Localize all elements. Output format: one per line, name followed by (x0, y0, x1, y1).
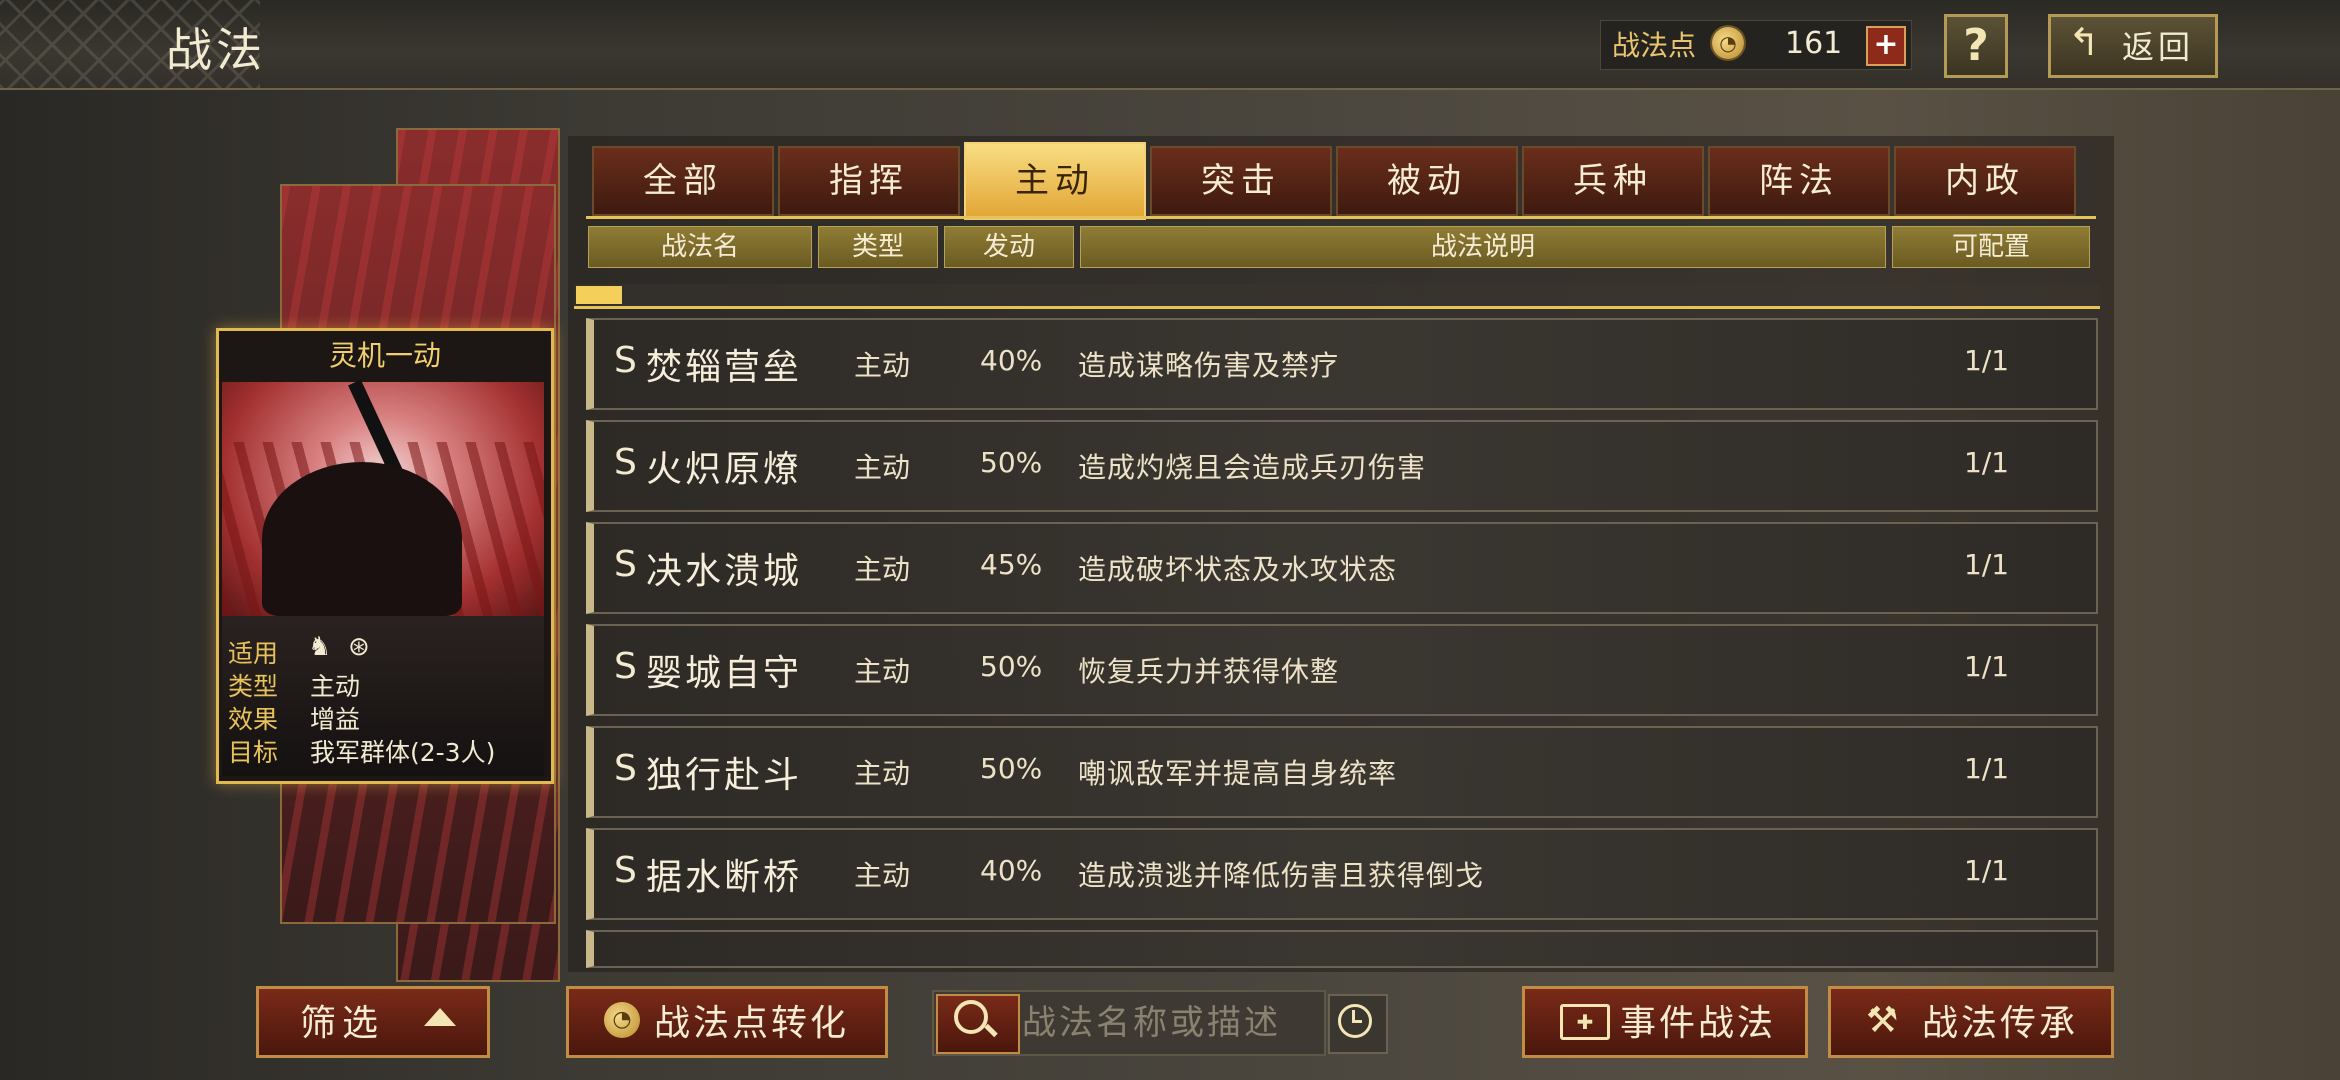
card-type-label: 类型 (228, 672, 279, 701)
row-type: 主动 (854, 757, 911, 790)
tab-command[interactable]: 指挥 (778, 146, 960, 216)
row-rate: 40% (980, 344, 1043, 377)
card-apply-label: 适用 (228, 639, 279, 668)
list-scroll-indicator[interactable] (574, 284, 2100, 309)
row-description: 造成灼烧且会造成兵刃伤害 (1078, 451, 1427, 484)
row-count: 1/1 (1964, 752, 2010, 785)
row-rate: 50% (980, 446, 1043, 479)
column-header-configurable[interactable]: 可配置 (1892, 226, 2090, 268)
card-artwork (222, 379, 544, 616)
scroll-icon: ✚ (1560, 1004, 1610, 1040)
row-type: 主动 (854, 451, 911, 484)
card-type-value: 主动 (310, 672, 361, 701)
list-scroll-thumb[interactable] (576, 286, 622, 304)
row-description: 造成溃逃并降低伤害且获得倒戈 (1078, 859, 1485, 892)
hammer-icon: ⚒ (1866, 1000, 1899, 1041)
card-effect-value: 增益 (310, 705, 361, 734)
row-count: 1/1 (1964, 650, 2010, 683)
column-header-description: 战法说明 (1080, 226, 1886, 268)
tactic-inherit-label: 战法传承 (1922, 1003, 2079, 1044)
card-title: 灵机一动 (328, 339, 441, 372)
row-type: 主动 (854, 655, 911, 688)
table-row[interactable]: S 焚辎营垒 主动 40% 造成谋略伤害及禁疗 1/1 (586, 318, 2098, 410)
tab-formation[interactable]: 阵法 (1708, 146, 1890, 216)
row-type: 主动 (854, 553, 911, 586)
page-title: 战法 (166, 23, 266, 77)
tab-passive[interactable]: 被动 (1336, 146, 1518, 216)
tab-all[interactable]: 全部 (592, 146, 774, 216)
row-type: 主动 (854, 349, 911, 382)
row-description: 嘲讽敌军并提高自身统率 (1078, 757, 1398, 790)
back-arrow-icon: ↰ (2068, 20, 2100, 64)
search-icon (954, 1000, 988, 1034)
table-row-partial[interactable] (586, 930, 2098, 968)
row-count: 1/1 (1964, 446, 2010, 479)
row-grade: S (614, 850, 637, 891)
table-row[interactable]: S 火炽原燎 主动 50% 造成灼烧且会造成兵刃伤害 1/1 (586, 420, 2098, 512)
row-description: 造成谋略伤害及禁疗 (1078, 349, 1340, 382)
row-count: 1/1 (1964, 854, 2010, 887)
tab-active[interactable]: 主动 (964, 142, 1146, 220)
row-grade: S (614, 748, 637, 789)
chevron-up-icon (424, 1008, 456, 1026)
row-grade: S (614, 442, 637, 483)
row-name: 据水断桥 (646, 857, 803, 898)
row-name: 独行赴斗 (646, 755, 803, 796)
help-button[interactable]: ? (1944, 14, 2008, 78)
convert-points-label: 战法点转化 (654, 1003, 850, 1044)
row-name: 火炽原燎 (646, 449, 803, 490)
row-grade: S (614, 646, 637, 687)
card-target-value: 我军群体(2-3人) (310, 738, 496, 767)
row-rate: 40% (980, 854, 1043, 887)
search-input[interactable] (1020, 996, 1324, 1050)
row-name: 决水溃城 (646, 551, 803, 592)
table-row[interactable]: S 独行赴斗 主动 50% 嘲讽敌军并提高自身统率 1/1 (586, 726, 2098, 818)
row-description: 造成破坏状态及水攻状态 (1078, 553, 1398, 586)
tactic-points-coin-icon: ◔ (604, 1002, 640, 1038)
card-effect-label: 效果 (228, 705, 279, 734)
row-rate: 50% (980, 752, 1043, 785)
row-grade: S (614, 340, 637, 381)
column-header-name[interactable]: 战法名 (588, 226, 812, 268)
row-rate: 50% (980, 650, 1043, 683)
tab-assault[interactable]: 突击 (1150, 146, 1332, 216)
row-name: 婴城自守 (646, 653, 803, 694)
add-points-button[interactable]: + (1866, 26, 1906, 66)
row-grade: S (614, 544, 637, 585)
tactic-points-value: 161 (1785, 26, 1843, 61)
tab-underline (586, 216, 2096, 219)
table-row[interactable]: S 据水断桥 主动 40% 造成溃逃并降低伤害且获得倒戈 1/1 (586, 828, 2098, 920)
shield-icon: ⊛ (348, 632, 370, 662)
card-target-label: 目标 (228, 738, 279, 767)
tactic-points-label: 战法点 (1612, 29, 1697, 62)
clock-hand (1352, 1020, 1362, 1023)
event-tactics-label: 事件战法 (1620, 1003, 1777, 1044)
tab-internal[interactable]: 内政 (1894, 146, 2076, 216)
row-count: 1/1 (1964, 548, 2010, 581)
tab-troop-type[interactable]: 兵种 (1522, 146, 1704, 216)
cavalry-icon: ♞ (308, 632, 332, 662)
row-rate: 45% (980, 548, 1043, 581)
column-header-trigger[interactable]: 发动 (944, 226, 1074, 268)
table-row[interactable]: S 婴城自守 主动 50% 恢复兵力并获得休整 1/1 (586, 624, 2098, 716)
warrior-silhouette (262, 462, 462, 616)
column-header-type[interactable]: 类型 (818, 226, 938, 268)
row-description: 恢复兵力并获得休整 (1078, 655, 1340, 688)
table-row[interactable]: S 决水溃城 主动 45% 造成破坏状态及水攻状态 1/1 (586, 522, 2098, 614)
back-label: 返回 (2122, 28, 2195, 66)
row-name: 焚辎营垒 (646, 347, 803, 388)
row-type: 主动 (854, 859, 911, 892)
filter-label: 筛选 (300, 1003, 385, 1044)
row-count: 1/1 (1964, 344, 2010, 377)
tactic-points-coin-icon: ◔ (1712, 27, 1744, 59)
